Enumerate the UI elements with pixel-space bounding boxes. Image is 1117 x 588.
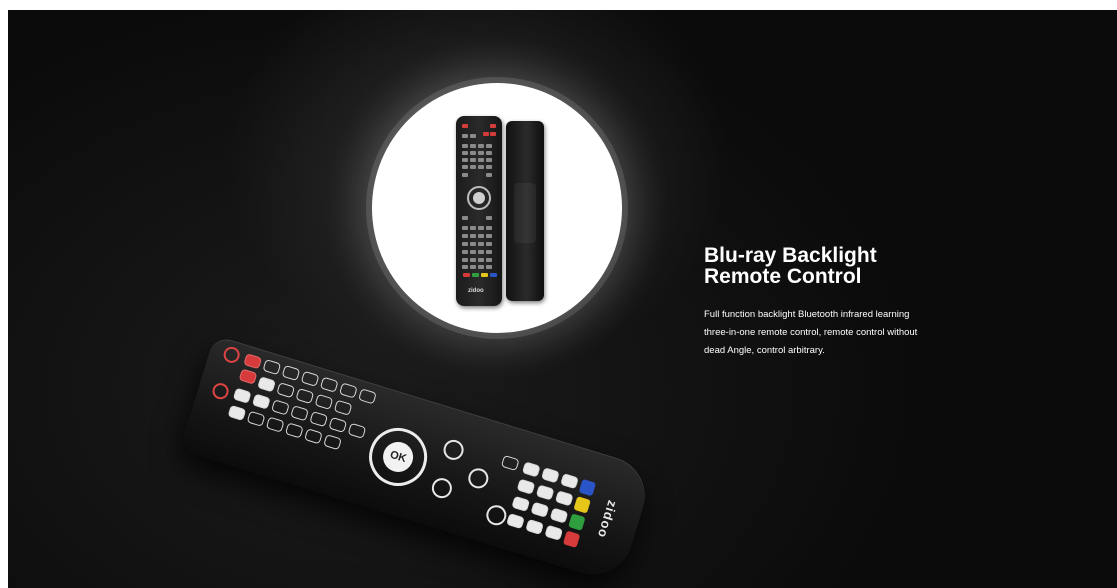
headline-line-2: Remote Control (704, 265, 862, 288)
brand-logo: zidoo (468, 288, 484, 294)
green-key-icon (568, 513, 586, 531)
red-key-icon (562, 530, 581, 549)
product-description: Full function backlight Bluetooth infrar… (704, 309, 918, 356)
remote-angled-image: OK zidoo (179, 310, 678, 585)
yellow-key-icon (573, 496, 591, 514)
remote-back-image (506, 121, 544, 301)
brand-logo: zidoo (594, 498, 621, 541)
power-icon (210, 381, 231, 402)
headline-line-1: Blu-ray Backlight (704, 244, 877, 267)
power-icon (221, 344, 242, 365)
top-left-watermark (8, 10, 52, 22)
blue-key-icon (578, 478, 597, 497)
product-image-circle: zidoo (372, 83, 622, 333)
product-hero-banner: zidoo OK zidoo Blu-ray Backlight Remote … (8, 10, 1117, 588)
product-headline: Blu-ray Backlight Remote Control (704, 245, 964, 287)
product-text-block: Blu-ray Backlight Remote Control Full fu… (704, 245, 964, 360)
remote-front-image: zidoo (456, 116, 502, 306)
color-key-icons (463, 273, 497, 277)
ok-icon (473, 192, 485, 204)
